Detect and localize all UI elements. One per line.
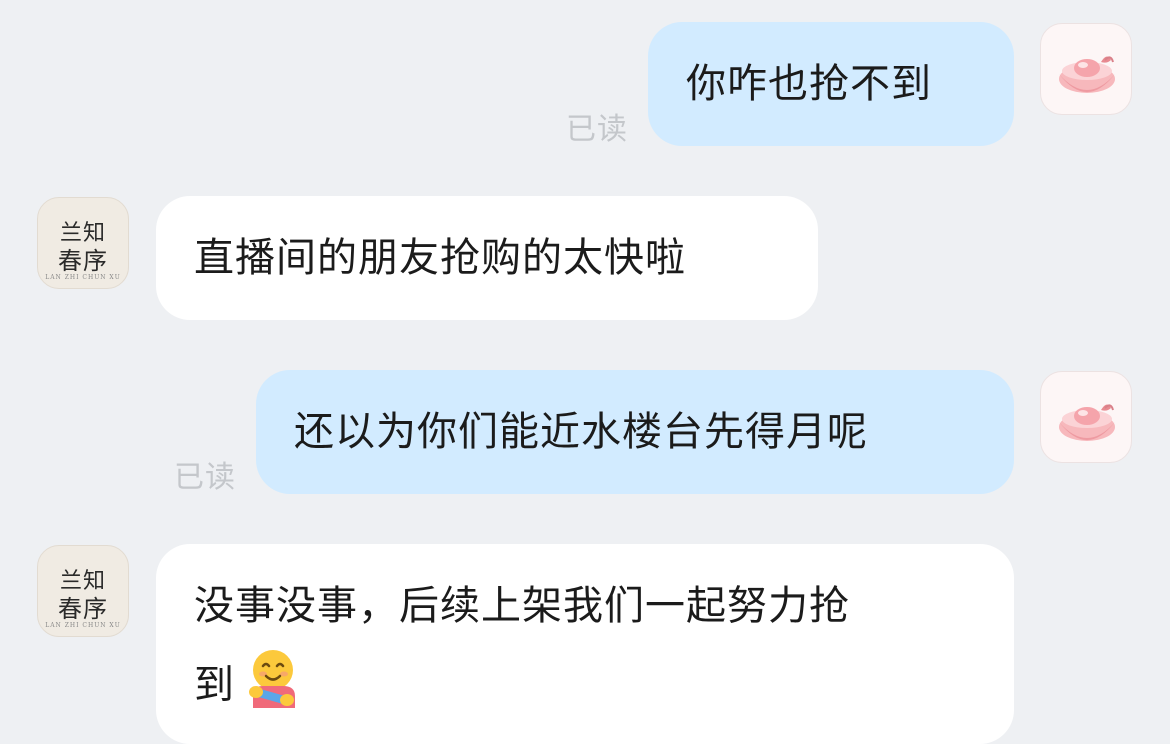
message-bubble-other[interactable]: 直播间的朋友抢购的太快啦 (156, 196, 818, 320)
message-bubble-self[interactable]: 还以为你们能近水楼台先得月呢 (256, 370, 1014, 494)
brand-logo-line2: 春序 (58, 595, 108, 623)
brand-logo-subtitle: LAN ZHI CHUN XU (45, 622, 121, 629)
shop-avatar[interactable]: 兰知 春序 LAN ZHI CHUN XU (37, 545, 129, 637)
message-text: 还以为你们能近水楼台先得月呢 (294, 409, 868, 455)
brand-logo-subtitle: LAN ZHI CHUN XU (45, 274, 121, 281)
message-bubble-other[interactable]: 没事没事，后续上架我们一起努力抢 到 (156, 544, 1014, 744)
read-status: 已读 (566, 112, 628, 147)
my-avatar[interactable] (1040, 371, 1132, 463)
message-text: 直播间的朋友抢购的太快啦 (194, 235, 686, 281)
message-bubble-self[interactable]: 你咋也抢不到 (648, 22, 1014, 146)
shop-avatar[interactable]: 兰知 春序 LAN ZHI CHUN XU (37, 197, 129, 289)
my-avatar[interactable] (1040, 23, 1132, 115)
pink-ingot-icon (1059, 56, 1115, 93)
message-text: 你咋也抢不到 (686, 61, 932, 107)
message-text-line2: 到 (194, 662, 235, 708)
message-text-line1: 没事没事，后续上架我们一起努力抢 (194, 583, 850, 629)
message-text-line2-row: 到 (194, 646, 301, 715)
brand-logo-line2: 春序 (58, 247, 108, 275)
read-status: 已读 (174, 460, 236, 495)
pink-ingot-icon (1059, 404, 1115, 441)
hugging-face-emoji-icon (249, 650, 295, 708)
